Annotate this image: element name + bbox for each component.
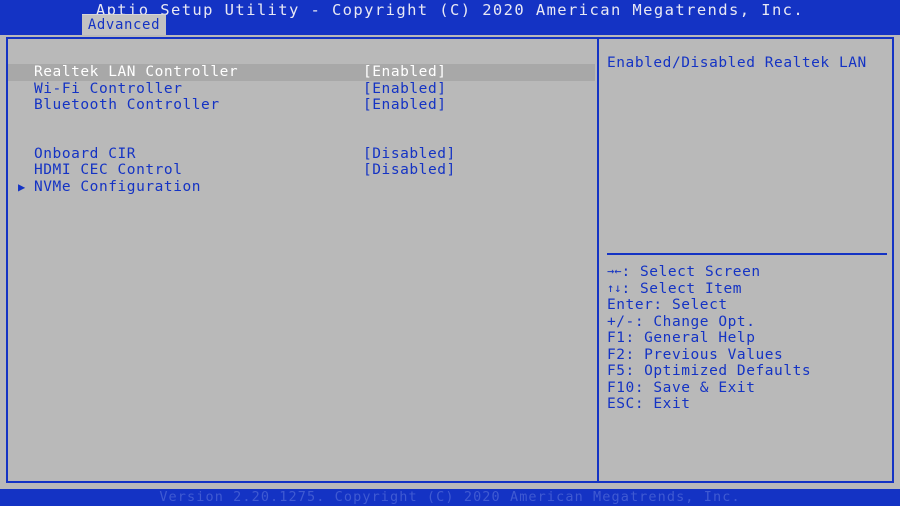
settings-panel: Realtek LAN Controller [Enabled] Wi-Fi Con…: [6, 37, 597, 483]
setting-value[interactable]: [Enabled]: [363, 81, 447, 98]
key-legend-text: : Select Item: [621, 280, 743, 297]
help-description: Enabled/Disabled Realtek LAN: [607, 55, 867, 71]
setting-row[interactable]: HDMI CEC Control [Disabled]: [8, 162, 595, 179]
key-legend-row: F10: Save & Exit: [607, 380, 891, 397]
key-legend-text: +/-: Change Opt.: [607, 313, 756, 330]
key-legend-row: ESC: Exit: [607, 396, 891, 413]
arrow-horizontal-icon: →←: [607, 264, 622, 278]
key-legend-row: →←: Select Screen: [607, 264, 891, 281]
setting-label: Wi-Fi Controller: [34, 80, 183, 97]
item-group-spacer: [8, 114, 595, 146]
bios-setup-screen: Aptio Setup Utility - Copyright (C) 2020…: [0, 0, 900, 506]
setting-row[interactable]: Wi-Fi Controller [Enabled]: [8, 81, 595, 98]
key-legend-row: Enter: Select: [607, 297, 891, 314]
key-legend-text: F10: Save & Exit: [607, 379, 756, 396]
setting-label: Realtek LAN Controller: [34, 64, 239, 80]
key-legend-text: F2: Previous Values: [607, 346, 784, 363]
setting-row[interactable]: Onboard CIR [Disabled]: [8, 146, 595, 163]
key-legend-row: F5: Optimized Defaults: [607, 363, 891, 380]
setting-value[interactable]: [Disabled]: [363, 162, 456, 179]
key-legend-text: : Select Screen: [621, 264, 761, 280]
setting-label: Onboard CIR: [34, 145, 137, 162]
setting-row[interactable]: Bluetooth Controller [Enabled]: [8, 97, 595, 114]
help-panel: Enabled/Disabled Realtek LAN →←: Select …: [597, 37, 894, 483]
help-divider: [607, 253, 887, 255]
key-legend-row: F1: General Help: [607, 330, 891, 347]
setting-value[interactable]: [Enabled]: [363, 97, 447, 114]
key-legend-row: F2: Previous Values: [607, 347, 891, 364]
body-area: Realtek LAN Controller [Enabled] Wi-Fi Con…: [0, 35, 900, 489]
footer-bar: Version 2.20.1275. Copyright (C) 2020 Am…: [0, 489, 900, 506]
key-legend-text: F5: Optimized Defaults: [607, 363, 812, 379]
setting-label: HDMI CEC Control: [34, 162, 183, 178]
key-legend-text: F1: General Help: [607, 330, 756, 346]
key-legend-text: Enter: Select: [607, 297, 728, 313]
setting-row[interactable]: ▶ NVMe Configuration: [8, 179, 595, 196]
setting-label: NVMe Configuration: [34, 178, 202, 195]
key-legend-row: +/-: Change Opt.: [607, 314, 891, 331]
setting-label: Bluetooth Controller: [34, 97, 220, 113]
settings-item-list: Realtek LAN Controller [Enabled] Wi-Fi Con…: [8, 64, 595, 195]
key-legend-row: ↑↓: Select Item: [607, 281, 891, 298]
setting-value[interactable]: [Disabled]: [363, 146, 456, 163]
key-legend-text: ESC: Exit: [607, 396, 691, 412]
setting-row[interactable]: Realtek LAN Controller [Enabled]: [8, 64, 595, 81]
title-bar: Aptio Setup Utility - Copyright (C) 2020…: [0, 0, 900, 35]
version-text: Version 2.20.1275. Copyright (C) 2020 Am…: [159, 489, 741, 505]
tab-advanced[interactable]: Advanced: [82, 14, 166, 35]
key-legend-list: →←: Select Screen ↑↓: Select Item Enter: S…: [607, 264, 891, 413]
arrow-vertical-icon: ↑↓: [607, 280, 622, 295]
setting-value[interactable]: [Enabled]: [363, 64, 447, 81]
submenu-arrow-icon: ▶: [18, 179, 26, 194]
